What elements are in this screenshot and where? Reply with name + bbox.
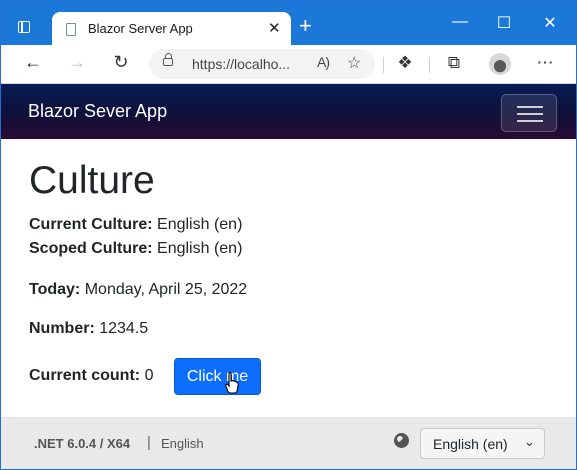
current-culture-value: English (en) [157,216,243,233]
refresh-icon[interactable]: ↻ [109,52,133,73]
page-icon [66,23,76,36]
scoped-culture-line: Scoped Culture: English (en) [29,240,242,258]
tab-actions-icon[interactable] [18,21,30,33]
count-line: Current count: 0 [29,367,153,385]
runtime-version: .NET 6.0.4 / X64 [34,436,131,451]
forward-icon[interactable]: → [65,52,89,73]
close-window-icon[interactable]: ✕ [540,13,560,33]
close-tab-icon[interactable]: ✕ [268,19,281,37]
toolbar-divider [429,57,430,73]
url-text[interactable]: https://localho... [192,56,290,72]
hamburger-line-icon [517,106,543,108]
number-label: Number: [29,320,95,337]
collections-icon[interactable]: ⧉ [443,53,465,73]
app-navbar: Blazor Sever App [1,84,576,139]
back-icon[interactable]: ← [21,52,45,73]
profile-avatar-icon[interactable] [489,53,511,75]
tab-bar: Blazor Server App ✕ + — ☐ ✕ [1,1,576,45]
menu-toggle-button[interactable] [501,94,557,132]
footer-separator: | [147,434,151,451]
current-language: English [161,436,204,451]
minimize-icon[interactable]: — [450,13,470,31]
app-brand[interactable]: Blazor Sever App [28,101,167,122]
maximize-icon[interactable]: ☐ [494,13,514,33]
current-culture-label: Current Culture: [29,216,153,233]
hand-cursor-icon [225,372,239,394]
browser-window: Blazor Server App ✕ + — ☐ ✕ ← → ↻ https:… [0,0,577,470]
favorite-star-icon[interactable]: ☆ [347,53,361,73]
current-culture-line: Current Culture: English (en) [29,216,242,234]
address-bar: ← → ↻ https://localho... A) ☆ ❖ ⧉ ⋯ [1,45,576,84]
today-line: Today: Monday, April 25, 2022 [29,281,247,299]
more-menu-icon[interactable]: ⋯ [534,53,556,73]
count-label: Current count: [29,367,141,384]
scoped-culture-value: English (en) [157,240,243,257]
toolbar-divider [383,57,384,73]
culture-select[interactable]: English (en) ⌄ [420,428,545,459]
browser-tab[interactable]: Blazor Server App ✕ [52,12,291,45]
click-me-button[interactable]: Click me [174,358,261,395]
scoped-culture-label: Scoped Culture: [29,240,153,257]
page-title: Culture [29,159,155,202]
culture-select-value: English (en) [433,436,508,452]
today-value: Monday, April 25, 2022 [84,281,248,298]
footer: .NET 6.0.4 / X64 | English English (en) … [1,417,576,469]
lock-icon[interactable] [163,53,173,66]
url-field[interactable]: https://localho... A) ☆ [149,49,375,79]
number-line: Number: 1234.5 [29,320,148,338]
extensions-icon[interactable]: ❖ [394,53,416,73]
read-aloud-icon[interactable]: A) [317,54,330,70]
hamburger-line-icon [517,113,543,115]
tab-title: Blazor Server App [88,21,193,36]
hamburger-line-icon [517,120,543,122]
globe-icon [394,433,409,448]
today-label: Today: [29,281,81,298]
new-tab-icon[interactable]: + [299,15,312,37]
chevron-down-icon: ⌄ [524,434,535,449]
number-value: 1234.5 [99,320,149,337]
count-value: 0 [144,367,154,384]
